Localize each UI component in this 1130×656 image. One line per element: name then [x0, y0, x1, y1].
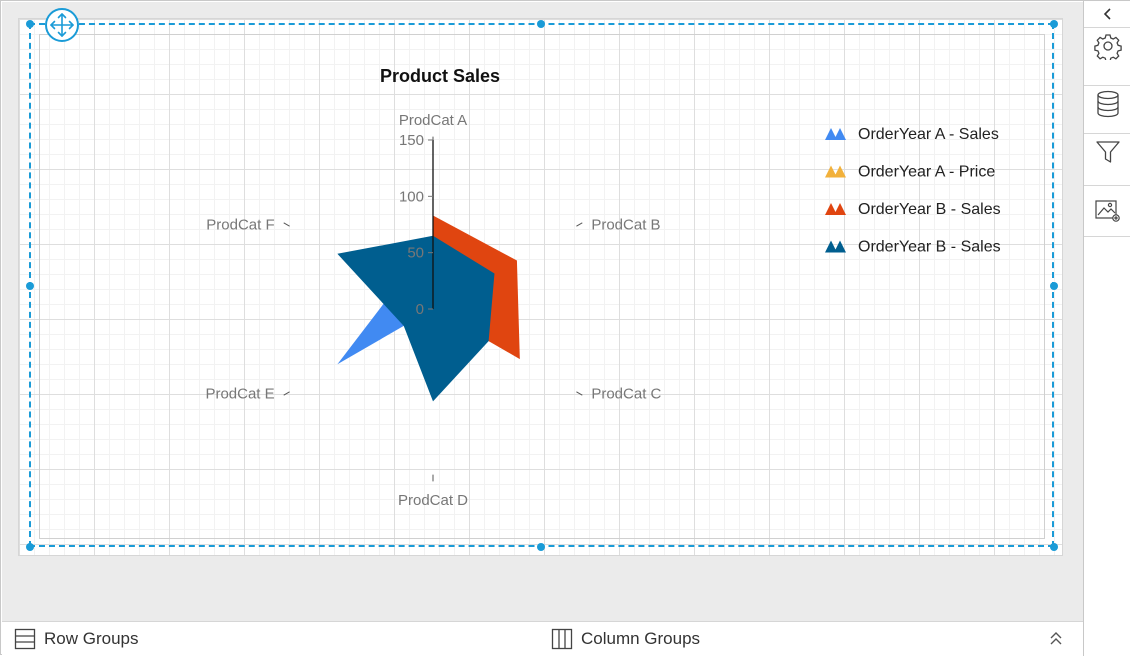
resize-handle-bottom-right[interactable] [1050, 543, 1058, 551]
expand-grouping-button[interactable] [1047, 629, 1065, 647]
column-groups-label: Column Groups [581, 629, 701, 648]
resize-handle-bottom-left[interactable] [26, 543, 34, 551]
resize-handle-top[interactable] [537, 20, 545, 28]
move-handle[interactable] [45, 8, 79, 42]
database-icon [1096, 90, 1119, 118]
chevron-left-icon [1103, 8, 1111, 20]
panel-collapse-button[interactable] [1084, 1, 1130, 27]
filter-icon [1095, 141, 1120, 163]
row-groups-toggle[interactable]: Row Groups [14, 628, 138, 650]
chart-selection-outline[interactable] [29, 23, 1054, 547]
resize-handle-right[interactable] [1050, 282, 1058, 290]
properties-panel [1083, 1, 1130, 656]
row-groups-icon [14, 628, 36, 650]
data-button[interactable] [1084, 85, 1130, 122]
double-chevron-up-icon [1050, 632, 1062, 645]
row-groups-label: Row Groups [44, 629, 139, 648]
resize-handle-top-right[interactable] [1050, 20, 1058, 28]
filter-button[interactable] [1084, 133, 1130, 170]
grouping-bar: Row Groups Column Groups [2, 621, 1083, 655]
settings-button[interactable] [1084, 27, 1130, 64]
resize-handle-top-left[interactable] [26, 20, 34, 28]
image-settings-icon [1094, 200, 1120, 222]
column-groups-toggle[interactable]: Column Groups [551, 628, 700, 650]
gear-icon [1093, 34, 1122, 60]
move-arrows-icon [50, 13, 74, 37]
image-settings-button[interactable] [1084, 185, 1130, 237]
resize-handle-bottom[interactable] [537, 543, 545, 551]
report-designer: 0 50 100 150 ProdCat A ProdCat B ProdCat C Pro… [0, 0, 1130, 656]
resize-handle-left[interactable] [26, 282, 34, 290]
column-groups-icon [551, 628, 573, 650]
